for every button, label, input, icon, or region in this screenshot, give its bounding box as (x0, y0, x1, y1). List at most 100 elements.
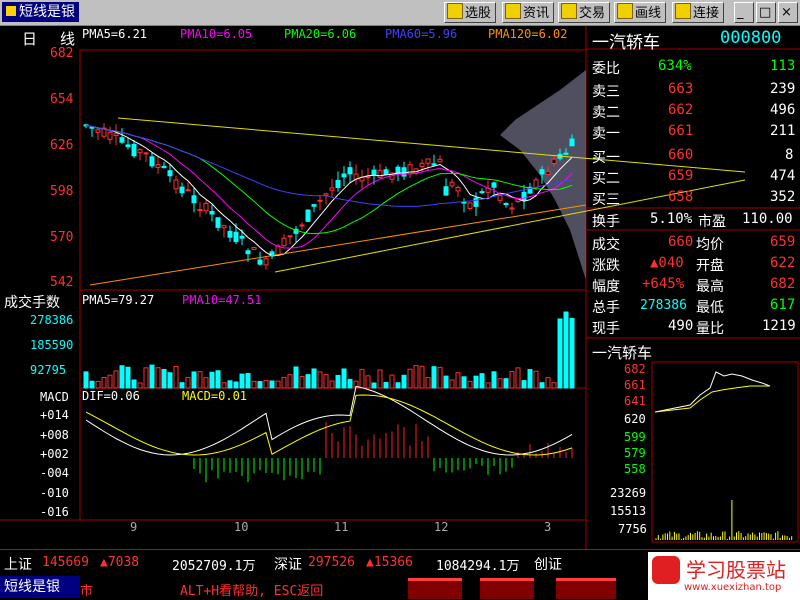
stat-range-value: +645% (642, 276, 685, 292)
volume-bar (443, 375, 449, 389)
ma120-label: PMA120=6.02 (488, 27, 568, 41)
bid1-label: 买一 (592, 150, 620, 166)
volume-bar (407, 368, 413, 389)
price-tick-626: 626 (50, 138, 74, 153)
candle-body (431, 163, 437, 166)
ma20-label: PMA20=6.06 (284, 27, 357, 41)
volume-bar (503, 378, 509, 389)
volume-bar (215, 370, 221, 389)
price-tick-542: 542 (50, 275, 74, 290)
watermark-logo-icon (652, 556, 680, 584)
volume-bar (149, 364, 155, 389)
volume-bar (389, 374, 395, 389)
ask2-label: 卖二 (592, 105, 620, 121)
candle-body (503, 203, 509, 206)
volume-bar (335, 374, 341, 389)
candle-body (341, 173, 347, 178)
volume-bar (251, 380, 257, 389)
weibi-pct: 634% (658, 58, 692, 74)
stat-volume-value: 660 (668, 234, 694, 250)
candle-body (257, 259, 263, 265)
volume-bar (317, 371, 323, 389)
volume-bar (533, 370, 539, 389)
volume-bar (359, 368, 365, 389)
macd-tick-6: -016 (40, 505, 69, 519)
indicator-2 (480, 578, 534, 599)
stock-name: 一汽轿车 (592, 33, 660, 53)
weibi-value: 113 (770, 58, 796, 74)
candle-body (371, 169, 377, 176)
volume-bar (323, 374, 329, 389)
candle-body (137, 149, 143, 154)
ask1-label: 卖一 (592, 126, 620, 142)
bid2-vol: 474 (770, 168, 796, 184)
volume-bar (419, 365, 425, 389)
volume-bar (101, 377, 107, 389)
candle-body (425, 158, 431, 164)
kline-ma-lines (85, 124, 573, 257)
mini-chart-title: 一汽轿车 (592, 344, 653, 362)
volume-bar (173, 366, 179, 389)
stat-low-label: 最低 (696, 300, 724, 316)
macd-title: MACD (40, 390, 69, 404)
volume-bar (161, 368, 167, 389)
candle-body (467, 202, 473, 209)
xaxis-label-12: 12 (434, 520, 449, 534)
volume-bar (455, 372, 461, 389)
price-tick-598: 598 (50, 184, 74, 199)
indicator-3 (556, 578, 616, 599)
turnover-value: 5.10% (650, 211, 693, 227)
stock-code: 000800 (720, 28, 782, 48)
volume-bar (563, 311, 569, 389)
volume-bar (569, 317, 575, 389)
volume-bar (347, 378, 353, 389)
sz-change: ▲15366 (366, 555, 413, 570)
ma120-line (89, 204, 587, 286)
app-taskbar-label[interactable]: 短线是银 (0, 576, 80, 598)
candle-body (305, 209, 311, 222)
volume-bar (527, 369, 533, 389)
candle-body (245, 250, 251, 255)
kline-frame (79, 49, 587, 291)
mini-vol-tick-1: 23269 (610, 486, 647, 500)
candle-body (233, 231, 239, 243)
candle-body (131, 143, 137, 157)
volume-bar (557, 318, 563, 389)
candle-body (401, 167, 407, 177)
candle-body (491, 182, 497, 188)
candle-body (383, 169, 389, 175)
volume-bar (311, 368, 317, 389)
volume-bar (377, 369, 383, 389)
mini-price-tick-1: 682 (624, 362, 646, 376)
sh-label: 上证 (4, 557, 32, 573)
volume-bar (257, 381, 263, 389)
volume-bar (521, 380, 527, 389)
stat-avgprice-value: 659 (770, 234, 796, 250)
candle-body (251, 247, 257, 250)
macd-tick-4: -004 (40, 466, 69, 480)
volume-bar (203, 377, 209, 389)
cy-label: 创证 (534, 557, 562, 573)
xaxis-label-3: 3 (544, 520, 552, 534)
candle-body (551, 158, 557, 164)
volume-bar (119, 365, 125, 389)
volume-bar (551, 382, 557, 389)
volume-bar (473, 375, 479, 389)
stat-high-value: 682 (770, 276, 796, 292)
volume-bar (221, 382, 227, 389)
stat-total-label: 总手 (592, 300, 620, 316)
candle-body (365, 176, 371, 179)
volume-bar (329, 380, 335, 389)
volume-bar (281, 376, 287, 389)
price-tick-682: 682 (50, 46, 74, 61)
volume-bar (425, 377, 431, 389)
volume-bar (437, 366, 443, 389)
turnover-label: 换手 (592, 214, 620, 230)
sz-index: 297526 (308, 555, 355, 570)
ma20-line (85, 124, 573, 235)
mini-chart-frame (651, 361, 799, 543)
market-label: 市 (80, 584, 94, 599)
candle-body (221, 225, 227, 229)
stat-total-value: 278386 (640, 298, 687, 313)
volume-bar (167, 372, 173, 389)
